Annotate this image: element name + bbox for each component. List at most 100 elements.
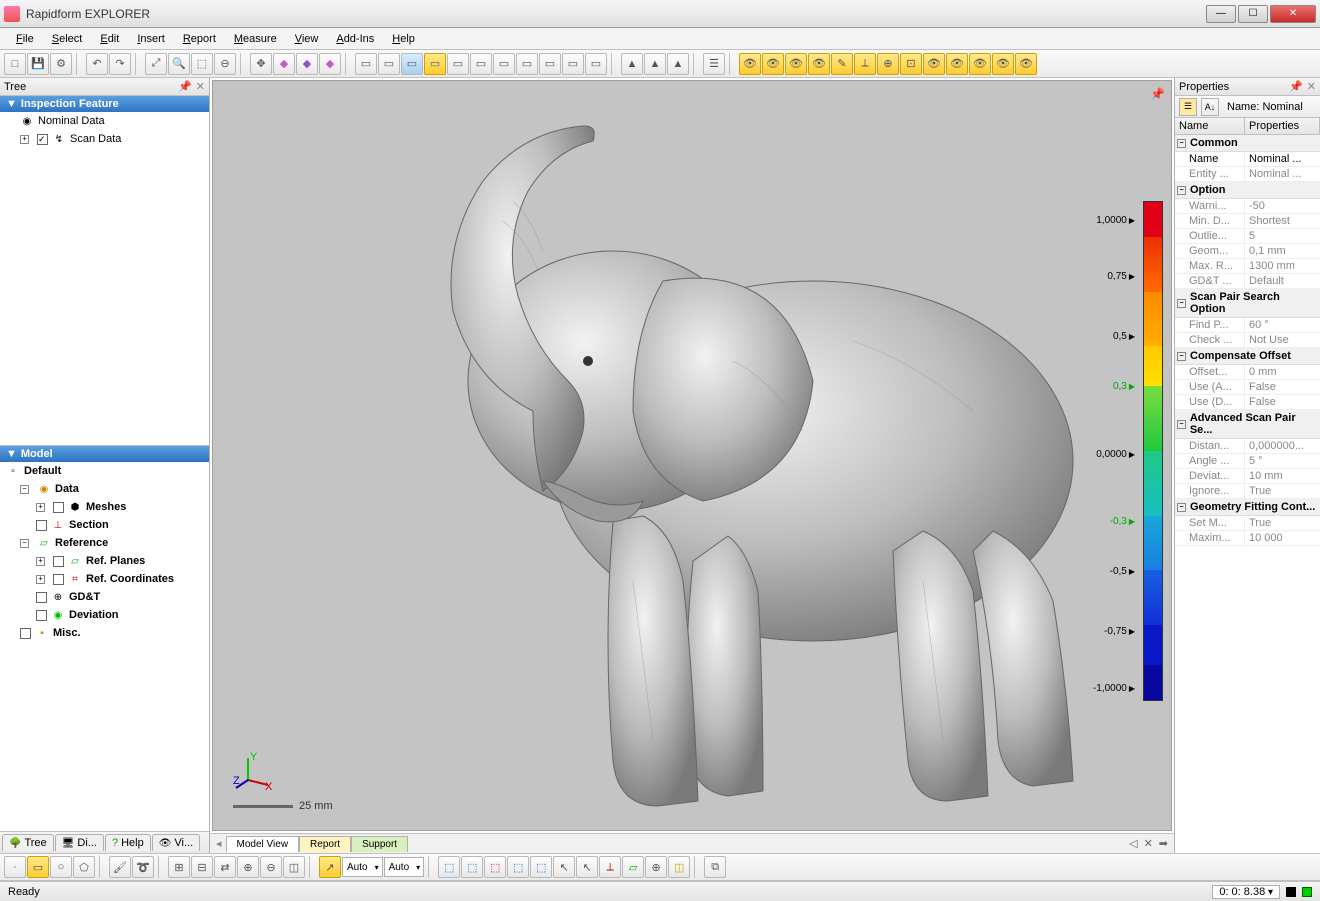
prop-group[interactable]: −Compensate Offset — [1175, 348, 1320, 365]
tab-display[interactable]: 🖥 Di... — [55, 834, 104, 851]
sel-invert[interactable]: ⇄ — [214, 856, 236, 878]
tool-view-7[interactable]: ▭ — [562, 53, 584, 75]
tab-support[interactable]: Support — [351, 836, 408, 852]
tool-view-back[interactable]: ▭ — [401, 53, 423, 75]
tool-vis-13[interactable]: 👁 — [1015, 53, 1037, 75]
menu-file[interactable]: File — [8, 31, 42, 47]
pick-2[interactable]: ⬚ — [461, 856, 483, 878]
prop-group[interactable]: −Scan Pair Search Option — [1175, 289, 1320, 318]
prop-row[interactable]: NameNominal ... — [1175, 152, 1320, 167]
sel-all[interactable]: ⊞ — [168, 856, 190, 878]
checkbox[interactable] — [53, 556, 64, 567]
pick-7[interactable]: ↖ — [576, 856, 598, 878]
prop-row[interactable]: Use (D...False — [1175, 395, 1320, 410]
pin-icon[interactable]: 📌 — [178, 80, 192, 93]
tab-close[interactable]: ✕ — [1144, 837, 1153, 850]
tool-mirror-h[interactable]: ▲ — [621, 53, 643, 75]
sel-none[interactable]: ⊟ — [191, 856, 213, 878]
prop-row[interactable]: Ignore...True — [1175, 484, 1320, 499]
tool-zoom-window[interactable]: ⬚ — [191, 53, 213, 75]
tool-view-left[interactable]: ▭ — [424, 53, 446, 75]
model-header[interactable]: ▼ Model — [0, 446, 209, 462]
tool-vis-4[interactable]: 👁 — [808, 53, 830, 75]
prop-row[interactable]: Distan...0,000000... — [1175, 439, 1320, 454]
combo-auto2[interactable]: Auto — [384, 857, 425, 877]
prop-row[interactable]: Find P...60 ° — [1175, 318, 1320, 333]
menu-edit[interactable]: Edit — [92, 31, 127, 47]
tool-view-8[interactable]: ▭ — [585, 53, 607, 75]
prop-group[interactable]: −Advanced Scan Pair Se... — [1175, 410, 1320, 439]
sel-point[interactable]: · — [4, 856, 26, 878]
expander-icon[interactable]: + — [36, 557, 45, 566]
checkbox[interactable] — [53, 574, 64, 585]
3d-viewport[interactable]: 📌 — [212, 80, 1172, 831]
tool-vis-9[interactable]: 👁 — [923, 53, 945, 75]
tab-tree[interactable]: 🌳 Tree — [2, 834, 54, 851]
menu-report[interactable]: Report — [175, 31, 224, 47]
checkbox-scan[interactable] — [37, 134, 48, 145]
prop-group[interactable]: −Geometry Fitting Cont... — [1175, 499, 1320, 516]
sel-poly[interactable]: ⬠ — [73, 856, 95, 878]
tool-view-5[interactable]: ▭ — [516, 53, 538, 75]
tree-deviation[interactable]: ◉Deviation — [0, 606, 209, 624]
tool-zoom-out[interactable]: ⊖ — [214, 53, 236, 75]
prop-group[interactable]: −Option — [1175, 182, 1320, 199]
tool-new[interactable]: □ — [4, 53, 26, 75]
menu-help[interactable]: Help — [384, 31, 423, 47]
prop-row[interactable]: Min. D...Shortest — [1175, 214, 1320, 229]
pick-6[interactable]: ↖ — [553, 856, 575, 878]
tool-view-right[interactable]: ▭ — [447, 53, 469, 75]
inspection-feature-header[interactable]: ▼ Inspection Feature — [0, 96, 209, 112]
expander-icon[interactable]: + — [36, 575, 45, 584]
prop-row[interactable]: Offset...0 mm — [1175, 365, 1320, 380]
tool-vis-7[interactable]: ⊕ — [877, 53, 899, 75]
tab-nav-next[interactable]: ➡ — [1159, 837, 1168, 850]
prop-row[interactable]: Set M...True — [1175, 516, 1320, 531]
tool-vis-1[interactable]: 👁 — [739, 53, 761, 75]
tool-view-front[interactable]: ▭ — [378, 53, 400, 75]
tool-rotate2[interactable]: ◆ — [296, 53, 318, 75]
prop-row[interactable]: Check ...Not Use — [1175, 333, 1320, 348]
prop-row[interactable]: Use (A...False — [1175, 380, 1320, 395]
tool-move[interactable]: ✥ — [250, 53, 272, 75]
tool-zoom-in[interactable]: 🔍 — [168, 53, 190, 75]
tool-zoom-fit[interactable]: ⤢ — [145, 53, 167, 75]
sel-shrink[interactable]: ⊖ — [260, 856, 282, 878]
close-panel-icon[interactable]: ✕ — [1307, 80, 1316, 93]
tab-report[interactable]: Report — [299, 836, 351, 852]
sel-circle[interactable]: ○ — [50, 856, 72, 878]
expander-icon[interactable]: + — [20, 135, 29, 144]
checkbox[interactable] — [36, 610, 47, 621]
sel-boundary[interactable]: ◫ — [283, 856, 305, 878]
tool-rotate3[interactable]: ◆ — [319, 53, 341, 75]
tab-view[interactable]: 👁 Vi... — [152, 834, 200, 851]
prop-row[interactable]: Geom...0,1 mm — [1175, 244, 1320, 259]
prop-row[interactable]: GD&T ...Default — [1175, 274, 1320, 289]
tool-view-top[interactable]: ▭ — [470, 53, 492, 75]
tree-misc[interactable]: ▪Misc. — [0, 624, 209, 642]
prop-row[interactable]: Angle ...5 ° — [1175, 454, 1320, 469]
tree-nominal-data[interactable]: ◉ Nominal Data — [0, 112, 209, 130]
minimize-button[interactable]: — — [1206, 5, 1236, 23]
tool-undo[interactable]: ↶ — [86, 53, 108, 75]
pick-11[interactable]: ◫ — [668, 856, 690, 878]
pick-5[interactable]: ⬚ — [530, 856, 552, 878]
tool-vis-2[interactable]: 👁 — [762, 53, 784, 75]
menu-select[interactable]: Select — [44, 31, 91, 47]
pick-copy[interactable]: ⧉ — [704, 856, 726, 878]
tool-rotate1[interactable]: ◆ — [273, 53, 295, 75]
sel-grow[interactable]: ⊕ — [237, 856, 259, 878]
checkbox[interactable] — [20, 628, 31, 639]
tool-view-iso[interactable]: ▭ — [355, 53, 377, 75]
expander-icon[interactable]: − — [20, 485, 29, 494]
tool-view-6[interactable]: ▭ — [539, 53, 561, 75]
tree-scan-data[interactable]: + ↯ Scan Data — [0, 130, 209, 148]
menu-addins[interactable]: Add-Ins — [328, 31, 382, 47]
tree-meshes[interactable]: +⬢Meshes — [0, 498, 209, 516]
tool-vis-8[interactable]: ⊡ — [900, 53, 922, 75]
tool-vis-11[interactable]: 👁 — [969, 53, 991, 75]
tab-nav-prev[interactable]: ◁ — [1129, 837, 1137, 850]
close-panel-icon[interactable]: ✕ — [196, 80, 205, 93]
prop-row[interactable]: Max. R...1300 mm — [1175, 259, 1320, 274]
tree-data[interactable]: −◉Data — [0, 480, 209, 498]
